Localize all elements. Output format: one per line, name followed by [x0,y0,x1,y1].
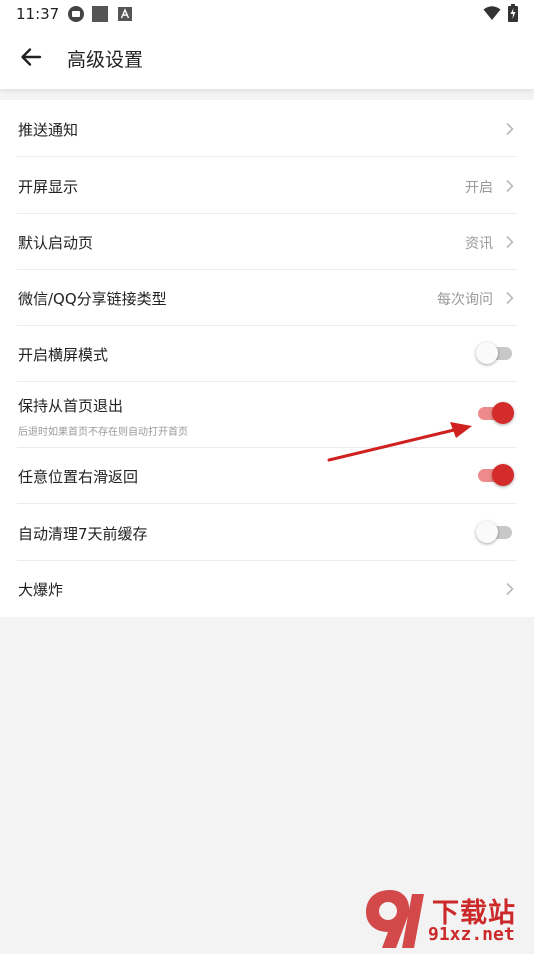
setting-sublabel: 后退时如果首页不存在则自动打开首页 [18,427,188,438]
setting-row-share-link[interactable]: 微信/QQ分享链接类型 每次询问 [17,269,517,326]
page-title: 高级设置 [67,49,144,71]
title-row: 高级设置 [0,30,534,86]
setting-label: 默认启动页 [18,234,94,252]
toggle-knob [476,342,498,364]
status-time: 11:37 [16,5,60,23]
notification-square-icon [92,6,108,26]
chevron-right-icon [505,290,515,305]
toggle-knob [492,402,514,424]
chevron-right-icon [505,581,515,596]
setting-value: 开启 [465,180,493,196]
setting-value: 资讯 [465,236,493,252]
arrow-left-icon [20,46,42,72]
swipe-back-toggle[interactable] [476,462,514,488]
setting-label: 开屏显示 [18,178,79,196]
setting-value: 每次询问 [437,292,493,308]
setting-label: 保持从首页退出 [18,397,124,415]
notification-a-icon [118,6,132,25]
settings-list: 推送通知 开屏显示 开启 默认启动页 资讯 微信/QQ分享链接类型 每次询问 开… [0,100,534,617]
auto-clean-toggle[interactable] [476,519,514,545]
chevron-right-icon [505,234,515,249]
setting-row-big-bang[interactable]: 大爆炸 [17,560,517,617]
setting-label: 任意位置右滑返回 [18,468,139,486]
annotation-arrow [326,420,474,466]
app-bar: 11:37 高级设置 [0,0,534,89]
toggle-knob [492,464,514,486]
chevron-right-icon [505,178,515,193]
wifi-icon [483,5,501,25]
setting-row-push[interactable]: 推送通知 [17,100,517,157]
setting-row-default-page[interactable]: 默认启动页 资讯 [17,213,517,270]
toggle-knob [476,521,498,543]
notification-app-icon [68,6,84,26]
setting-row-landscape: 开启横屏模式 [17,325,517,382]
chevron-right-icon [505,121,515,136]
landscape-toggle[interactable] [476,340,514,366]
setting-label: 开启横屏模式 [18,346,109,364]
setting-row-auto-clean: 自动清理7天前缓存 [17,504,517,561]
status-bar: 11:37 [0,0,534,28]
setting-label: 自动清理7天前缓存 [18,525,148,543]
battery-charging-icon [508,4,518,26]
watermark-url: 91xz.net [428,924,515,945]
setting-label: 大爆炸 [18,581,64,599]
setting-row-splash[interactable]: 开屏显示 开启 [17,157,517,214]
back-button[interactable] [14,42,48,76]
keep-home-toggle[interactable] [476,400,514,426]
setting-label: 微信/QQ分享链接类型 [18,290,167,308]
setting-label: 推送通知 [18,121,79,139]
